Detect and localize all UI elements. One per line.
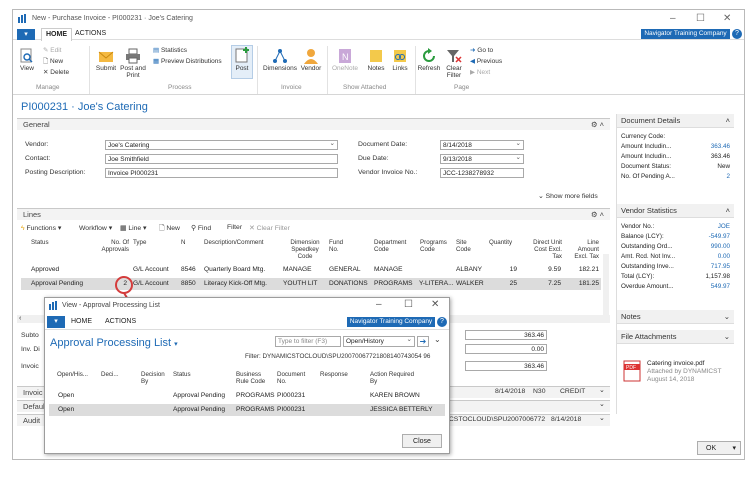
minimize-icon[interactable]: – (376, 299, 382, 310)
divider (45, 329, 449, 330)
col-business-rule-code[interactable]: Business Rule Code (236, 371, 274, 385)
filter-text: Filter: DYNAMICSTOCLOUD\SPU2007006772180… (245, 353, 431, 360)
row-action-required-by: JESSICA BETTERLY (370, 406, 433, 413)
help-icon[interactable]: ? (437, 317, 447, 327)
arrow-right-icon[interactable]: ➔ (417, 336, 429, 347)
chevron-down-icon[interactable]: ⌄ (434, 335, 441, 344)
row-business-rule: PROGRAMS (236, 392, 275, 399)
list-title[interactable]: Approval Processing List ▾ (50, 337, 178, 349)
col-response[interactable]: Response (320, 371, 354, 378)
row-status: Approval Pending (173, 392, 226, 399)
col-action-required-by[interactable]: Action Required By (370, 371, 420, 385)
col-decision[interactable]: Deci... (101, 371, 123, 378)
company-badge[interactable]: Navigator Training Company (347, 317, 435, 327)
col-open-history[interactable]: Open/His... (57, 371, 99, 378)
tab-actions[interactable]: ACTIONS (105, 318, 136, 325)
row-status: Approval Pending (173, 406, 226, 413)
col-status[interactable]: Status (173, 371, 203, 378)
annotation-circle (115, 276, 133, 294)
row-document-no: PI000231 (277, 406, 306, 413)
table-row[interactable]: Open Approval Pending PROGRAMS PI000231 … (49, 390, 445, 402)
col-decision-by[interactable]: Decision By (141, 371, 167, 385)
list-title-label: Approval Processing List (50, 337, 172, 349)
file-menu-button[interactable]: ▾ (47, 316, 65, 328)
filter-input[interactable]: Type to filter (F3) (275, 336, 341, 347)
row-action-required-by: KAREN BROWN (370, 392, 420, 399)
table-row[interactable]: Open Approval Pending PROGRAMS PI000231 … (49, 404, 445, 416)
dialog-title: View - Approval Processing List (62, 302, 160, 309)
close-button[interactable]: Close (402, 434, 442, 448)
chevron-down-icon: ▾ (174, 341, 178, 348)
filter-field-select[interactable]: Open/History (343, 335, 415, 347)
row-open-history: Open (58, 392, 75, 399)
row-business-rule: PROGRAMS (236, 406, 275, 413)
tab-home[interactable]: HOME (71, 318, 92, 325)
col-document-no[interactable]: Document No. (277, 371, 309, 385)
approval-processing-dialog: View - Approval Processing List – ☐ ✕ ▾ … (44, 297, 450, 454)
close-icon[interactable]: ✕ (431, 299, 439, 310)
row-open-history: Open (58, 406, 75, 413)
maximize-icon[interactable]: ☐ (404, 299, 413, 310)
app-logo-icon (49, 301, 59, 310)
row-document-no: PI000231 (277, 392, 306, 399)
